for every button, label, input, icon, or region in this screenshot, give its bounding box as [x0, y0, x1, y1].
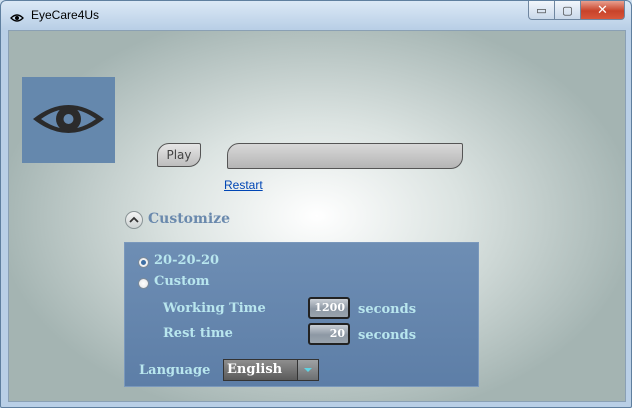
progress-bar	[227, 143, 463, 169]
radio-selected-dot	[141, 260, 146, 265]
title-bar[interactable]: EyeCare4Us ▭ ▢ ✕	[1, 1, 631, 29]
chevron-up-icon	[129, 216, 139, 223]
language-value: English	[227, 362, 283, 377]
app-window: EyeCare4Us ▭ ▢ ✕ Play Restart Customize	[0, 0, 632, 408]
main-content: Play Restart Customize 20-20-20 Custom W…	[8, 30, 626, 402]
chevron-down-icon	[304, 368, 312, 372]
language-label: Language	[139, 363, 211, 378]
language-select[interactable]: English	[223, 359, 319, 381]
play-button[interactable]: Play	[157, 143, 201, 167]
dropdown-button[interactable]	[297, 360, 318, 380]
collapse-toggle[interactable]	[125, 211, 143, 229]
restart-link[interactable]: Restart	[224, 178, 263, 192]
eye-icon	[33, 105, 104, 133]
minimize-button[interactable]: ▭	[528, 1, 555, 20]
maximize-button[interactable]: ▢	[555, 1, 581, 20]
working-time-label: Working Time	[163, 301, 266, 316]
radio-20-20-20[interactable]	[138, 257, 149, 268]
working-time-input[interactable]: 1200	[308, 297, 350, 319]
rest-time-label: Rest time	[163, 326, 233, 341]
rest-time-input[interactable]: 20	[308, 323, 350, 345]
logo	[22, 77, 115, 163]
option-custom-label[interactable]: Custom	[154, 274, 210, 289]
option-20-20-20-label[interactable]: 20-20-20	[154, 253, 219, 268]
window-title: EyeCare4Us	[31, 8, 100, 22]
customize-panel: 20-20-20 Custom Working Time 1200 second…	[124, 242, 479, 387]
close-button[interactable]: ✕	[581, 1, 625, 20]
eye-icon	[10, 9, 24, 22]
customize-header[interactable]: Customize	[148, 211, 230, 227]
working-time-unit: seconds	[358, 302, 417, 317]
radio-custom[interactable]	[138, 278, 149, 289]
rest-time-unit: seconds	[358, 328, 417, 343]
